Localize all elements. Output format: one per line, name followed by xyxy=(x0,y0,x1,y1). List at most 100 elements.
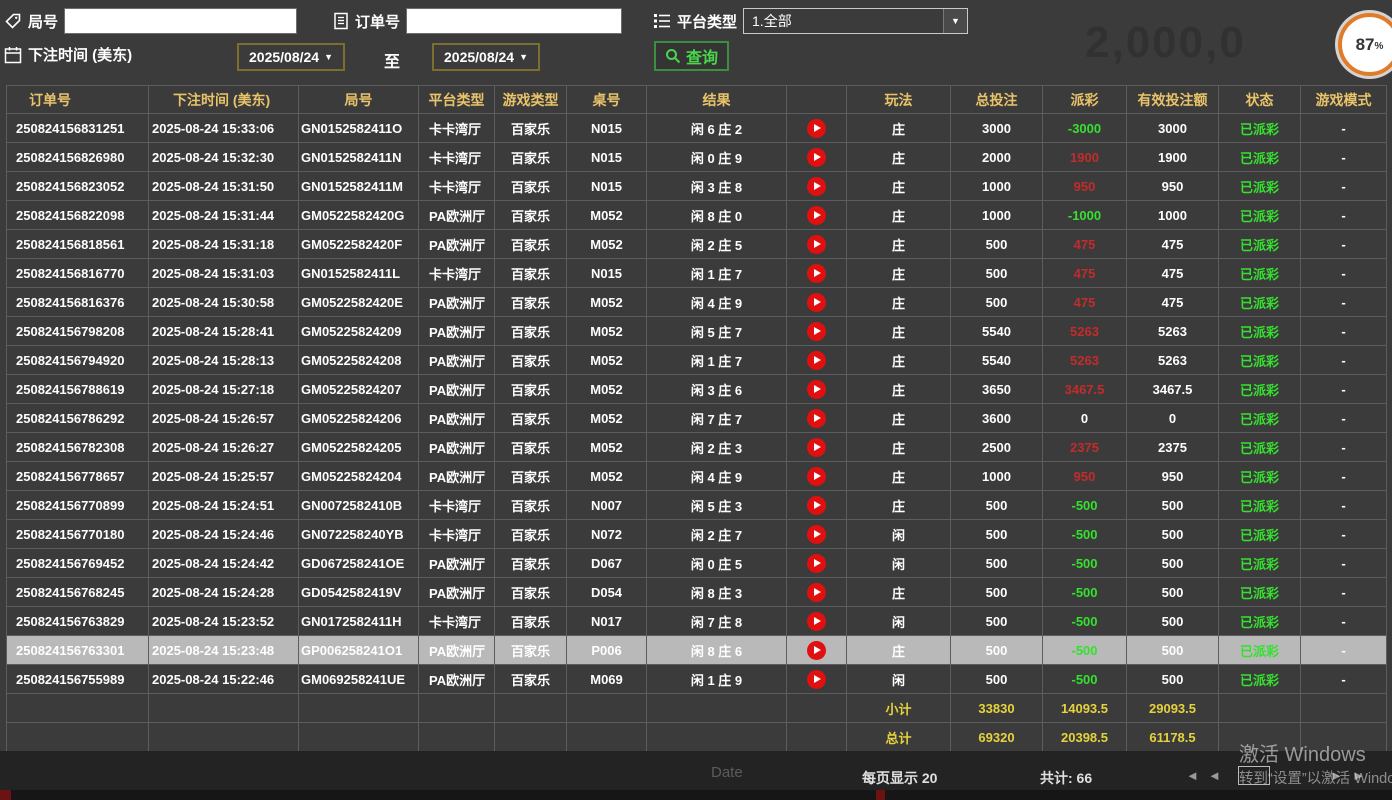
first-page-button[interactable]: ◄ xyxy=(1186,768,1199,783)
play-replay-button[interactable] xyxy=(807,119,826,138)
table-row[interactable]: 250824156794920 2025-08-24 15:28:13 GM05… xyxy=(7,346,1387,375)
order-id-cell: 250824156788619 xyxy=(7,375,149,404)
date-from-value: 2025/08/24 xyxy=(249,49,319,65)
valid-bet-cell: 950 xyxy=(1127,172,1219,201)
table-row[interactable]: 250824156831251 2025-08-24 15:33:06 GN01… xyxy=(7,114,1387,143)
platform-select[interactable]: 1.全部 ▼ xyxy=(743,8,968,34)
payout-cell: 475 xyxy=(1043,259,1127,288)
platform-cell: PA欧洲厅 xyxy=(419,288,495,317)
bet-time-cell: 2025-08-24 15:32:30 xyxy=(149,143,299,172)
table-row[interactable]: 250824156788619 2025-08-24 15:27:18 GM05… xyxy=(7,375,1387,404)
bet-side-cell: 庄 xyxy=(847,230,951,259)
result-cell: 闲 4 庄 9 xyxy=(647,462,787,491)
order-input[interactable] xyxy=(406,8,622,34)
status-badge: 已派彩 xyxy=(1219,259,1301,288)
table-row[interactable]: 250824156816770 2025-08-24 15:31:03 GN01… xyxy=(7,259,1387,288)
total-bet-cell: 500 xyxy=(951,259,1043,288)
table-row[interactable]: 250824156822098 2025-08-24 15:31:44 GM05… xyxy=(7,201,1387,230)
date-to-picker[interactable]: 2025/08/24 ▼ xyxy=(432,43,540,71)
table-row[interactable]: 250824156778657 2025-08-24 15:25:57 GM05… xyxy=(7,462,1387,491)
total-bet-cell: 2000 xyxy=(951,143,1043,172)
replay-cell xyxy=(787,201,847,230)
table-row[interactable]: 250824156763301 2025-08-24 15:23:48 GP00… xyxy=(7,636,1387,665)
play-replay-button[interactable] xyxy=(807,467,826,486)
valid-bet-cell: 500 xyxy=(1127,549,1219,578)
valid-bet-cell: 475 xyxy=(1127,259,1219,288)
valid-bet-cell: 500 xyxy=(1127,607,1219,636)
round-input[interactable] xyxy=(64,8,297,34)
play-replay-button[interactable] xyxy=(807,351,826,370)
table-no-cell: M052 xyxy=(567,230,647,259)
play-replay-button[interactable] xyxy=(807,612,826,631)
play-replay-button[interactable] xyxy=(807,583,826,602)
bet-side-cell: 庄 xyxy=(847,578,951,607)
table-no-cell: M052 xyxy=(567,288,647,317)
header-game-type: 游戏类型 xyxy=(495,86,567,114)
game-type-cell: 百家乐 xyxy=(495,317,567,346)
prev-page-button[interactable]: ◄ xyxy=(1208,768,1221,783)
grand-total-payout: 20398.5 xyxy=(1043,723,1127,752)
date-from-picker[interactable]: 2025/08/24 ▼ xyxy=(237,43,345,71)
table-row[interactable]: 250824156769452 2025-08-24 15:24:42 GD06… xyxy=(7,549,1387,578)
next-page-button[interactable]: ► xyxy=(1330,768,1343,783)
play-replay-button[interactable] xyxy=(807,177,826,196)
table-row[interactable]: 250824156770899 2025-08-24 15:24:51 GN00… xyxy=(7,491,1387,520)
table-row[interactable]: 250824156818561 2025-08-24 15:31:18 GM05… xyxy=(7,230,1387,259)
round-id-cell: GN072258240YB xyxy=(299,520,419,549)
battery-percentage-badge[interactable]: 87% xyxy=(1338,13,1392,76)
valid-bet-cell: 1900 xyxy=(1127,143,1219,172)
play-replay-button[interactable] xyxy=(807,148,826,167)
play-replay-button[interactable] xyxy=(807,264,826,283)
table-row[interactable]: 250824156823052 2025-08-24 15:31:50 GN01… xyxy=(7,172,1387,201)
status-badge: 已派彩 xyxy=(1219,404,1301,433)
replay-cell xyxy=(787,346,847,375)
game-type-cell: 百家乐 xyxy=(495,636,567,665)
total-bet-cell: 5540 xyxy=(951,317,1043,346)
play-replay-button[interactable] xyxy=(807,293,826,312)
table-row[interactable]: 250824156826980 2025-08-24 15:32:30 GN01… xyxy=(7,143,1387,172)
game-mode-cell: - xyxy=(1301,578,1387,607)
table-no-cell: N072 xyxy=(567,520,647,549)
play-replay-button[interactable] xyxy=(807,554,826,573)
chevron-down-icon: ▼ xyxy=(324,52,333,62)
table-row[interactable]: 250824156798208 2025-08-24 15:28:41 GM05… xyxy=(7,317,1387,346)
play-replay-button[interactable] xyxy=(807,525,826,544)
table-row[interactable]: 250824156816376 2025-08-24 15:30:58 GM05… xyxy=(7,288,1387,317)
game-mode-cell: - xyxy=(1301,433,1387,462)
table-row[interactable]: 250824156763829 2025-08-24 15:23:52 GN01… xyxy=(7,607,1387,636)
game-type-cell: 百家乐 xyxy=(495,404,567,433)
query-button[interactable]: 查询 xyxy=(654,41,729,71)
play-replay-button[interactable] xyxy=(807,409,826,428)
table-row[interactable]: 250824156770180 2025-08-24 15:24:46 GN07… xyxy=(7,520,1387,549)
play-replay-button[interactable] xyxy=(807,641,826,660)
play-replay-button[interactable] xyxy=(807,496,826,515)
total-bet-cell: 3650 xyxy=(951,375,1043,404)
game-mode-cell: - xyxy=(1301,172,1387,201)
last-page-button[interactable]: ► xyxy=(1352,768,1365,783)
table-row[interactable]: 250824156768245 2025-08-24 15:24:28 GD05… xyxy=(7,578,1387,607)
bet-side-cell: 庄 xyxy=(847,201,951,230)
table-row[interactable]: 250824156786292 2025-08-24 15:26:57 GM05… xyxy=(7,404,1387,433)
bet-time-cell: 2025-08-24 15:24:46 xyxy=(149,520,299,549)
bet-time-cell: 2025-08-24 15:27:18 xyxy=(149,375,299,404)
page-number-input[interactable] xyxy=(1238,766,1270,785)
replay-cell xyxy=(787,636,847,665)
round-id-cell: GN0152582411M xyxy=(299,172,419,201)
play-replay-button[interactable] xyxy=(807,206,826,225)
bet-time-cell: 2025-08-24 15:22:46 xyxy=(149,665,299,694)
table-row[interactable]: 250824156755989 2025-08-24 15:22:46 GM06… xyxy=(7,665,1387,694)
play-replay-button[interactable] xyxy=(807,235,826,254)
play-replay-button[interactable] xyxy=(807,438,826,457)
table-summary: 小计 33830 14093.5 29093.5 总计 69320 20398.… xyxy=(7,694,1387,752)
grand-total-valid-bet: 61178.5 xyxy=(1127,723,1219,752)
document-icon xyxy=(333,12,349,30)
play-replay-button[interactable] xyxy=(807,322,826,341)
play-replay-button[interactable] xyxy=(807,380,826,399)
payout-cell: -1000 xyxy=(1043,201,1127,230)
result-cell: 闲 8 庄 6 xyxy=(647,636,787,665)
order-id-cell: 250824156763301 xyxy=(7,636,149,665)
play-replay-button[interactable] xyxy=(807,670,826,689)
table-row[interactable]: 250824156782308 2025-08-24 15:26:27 GM05… xyxy=(7,433,1387,462)
replay-cell xyxy=(787,607,847,636)
bet-time-cell: 2025-08-24 15:24:42 xyxy=(149,549,299,578)
